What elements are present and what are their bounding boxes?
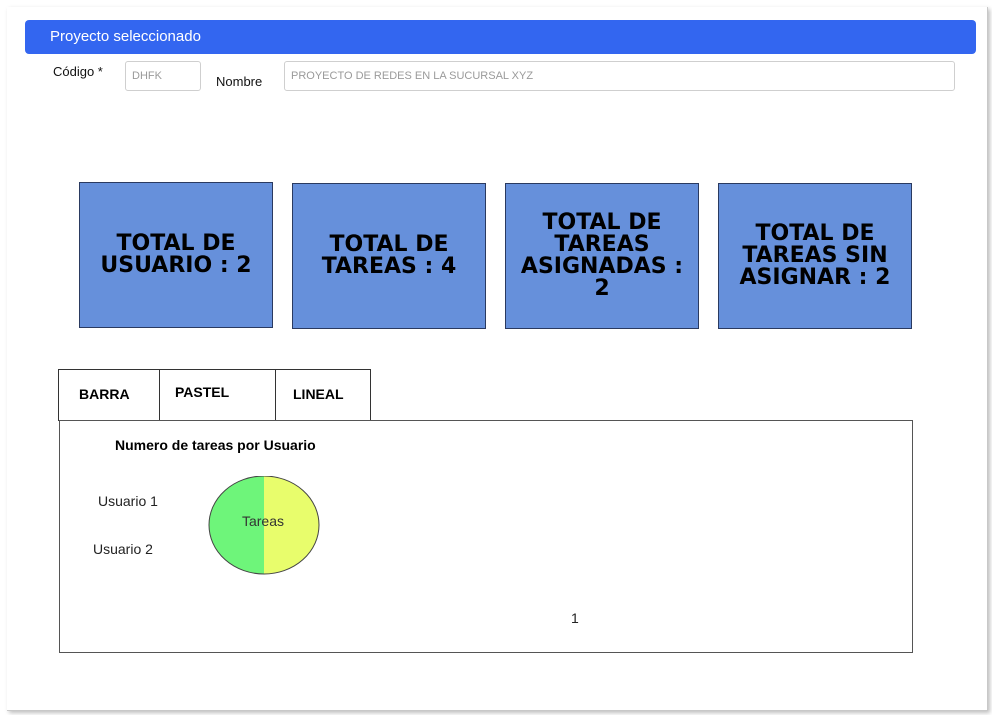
chart-type-tabs: BARRA PASTEL LINEAL [58, 369, 371, 421]
name-label: Nombre [216, 74, 263, 89]
unassigned-tasks-card: TOTAL DE TAREAS SIN ASIGNAR : 2 [718, 183, 912, 329]
legend-item-usuario-1: Usuario 1 [98, 493, 158, 509]
project-form: Código * Nombre [0, 60, 992, 92]
unassigned-tasks-label: TOTAL DE TAREAS SIN ASIGNAR : 2 [739, 221, 891, 290]
chart-panel: Numero de tareas por Usuario Usuario 1 U… [59, 420, 913, 653]
assigned-tasks-card: TOTAL DE TAREAS ASIGNADAS : 2 [505, 183, 699, 329]
total-tasks-card: TOTAL DE TAREAS : 4 [292, 183, 486, 329]
name-field[interactable] [284, 61, 955, 91]
tab-lineal[interactable]: LINEAL [275, 369, 371, 421]
total-users-label: TOTAL DE USUARIO : 2 [100, 231, 252, 278]
legend-item-usuario-2: Usuario 2 [93, 541, 153, 557]
total-tasks-label: TOTAL DE TAREAS : 4 [321, 232, 457, 279]
code-field[interactable] [125, 61, 201, 91]
total-users-card: TOTAL DE USUARIO : 2 [79, 182, 273, 328]
pie-center-label: Tareas [242, 513, 284, 529]
chart-page-indicator: 1 [571, 610, 579, 626]
assigned-tasks-label: TOTAL DE TAREAS ASIGNADAS : 2 [520, 210, 684, 301]
code-label: Código * [53, 64, 103, 79]
chart-title: Numero de tareas por Usuario [115, 437, 316, 453]
section-header: Proyecto seleccionado [25, 20, 976, 54]
tab-pastel[interactable]: PASTEL [159, 369, 275, 421]
page: Proyecto seleccionado Código * Nombre TO… [0, 0, 992, 715]
pie-chart: Tareas [208, 476, 320, 575]
tab-barra[interactable]: BARRA [58, 369, 159, 421]
